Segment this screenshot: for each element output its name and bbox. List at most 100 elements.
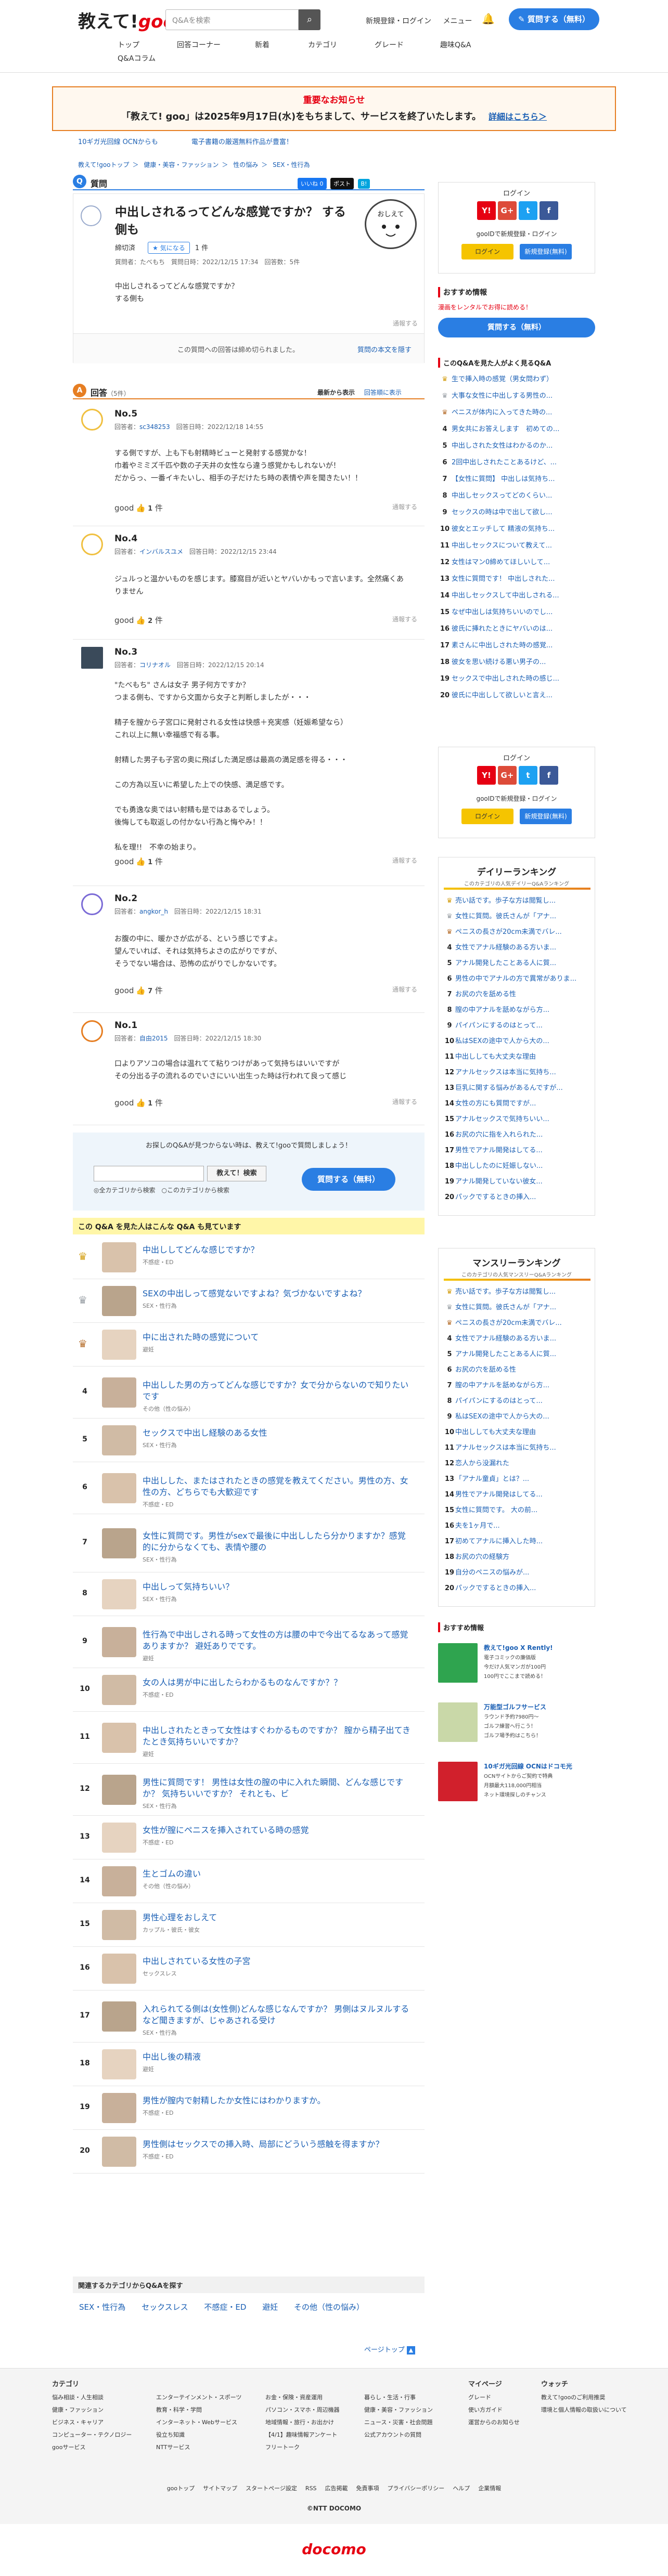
ranking-title[interactable]: 中出ししたのに妊娠しない... (455, 1162, 543, 1170)
footer-link[interactable]: 使い方ガイド (468, 2404, 520, 2416)
ranking-item[interactable]: 13 巨乳に関する悩みがあるんですが... (444, 1082, 590, 1092)
ad-link-ocn[interactable]: 10ギガ光回線 OCNからも (78, 138, 158, 146)
related-title[interactable]: 性行為で中出しされる時って女性の方は腰の中で今出てるなあって感覚ありますか？ 避… (143, 1629, 413, 1652)
related-thumbnail[interactable] (102, 1425, 136, 1455)
promo-title[interactable]: 10ギガ光回線 OCNはドコモ光 (484, 1762, 572, 1771)
popular-item[interactable]: 16 彼氏に挿れたときにヤバいのは... (438, 623, 595, 633)
ranking-item[interactable]: 6 お尻の穴を舐める性 (444, 1364, 590, 1374)
related-thumbnail[interactable] (102, 1242, 136, 1272)
popular-title[interactable]: 中出しセックスについて教えて... (452, 542, 552, 550)
nav-new[interactable]: 新着 (255, 40, 269, 50)
related-thumbnail[interactable] (102, 1286, 136, 1316)
related-category-link[interactable]: その他（性の悩み） (294, 2302, 364, 2312)
ranking-title[interactable]: 夫を1ヶ月で... (455, 1522, 500, 1530)
ranking-title[interactable]: 恋人から没漏れた (455, 1460, 509, 1467)
ranking-title[interactable]: アナルセックスは本当に気持ち... (455, 1444, 556, 1452)
related-thumbnail[interactable] (102, 1775, 136, 1805)
avatar[interactable] (81, 534, 103, 555)
ranking-item[interactable]: 12 アナルセックスは本当に気持ち... (444, 1066, 590, 1076)
good-button[interactable]: good 👍 1 件 (114, 502, 163, 513)
ranking-item[interactable]: 10 中出ししても大丈夫な理由 (444, 1426, 590, 1436)
popular-item[interactable]: 5 中出しされた女性はわかるのか... (438, 440, 595, 450)
footer-link[interactable]: 健康・美容・ファッション (364, 2404, 433, 2416)
related-thumbnail[interactable] (102, 1723, 136, 1753)
popular-item[interactable]: 13 女性に質問です！ 中出しされた... (438, 573, 595, 583)
ranking-title[interactable]: お尻の穴に指を入れられた... (455, 1131, 543, 1139)
nav-hobby[interactable]: 趣味Q&A (440, 40, 471, 50)
popular-title[interactable]: 彼女を思い続ける悪い男子の... (452, 658, 546, 666)
answer-user-link[interactable]: コリナオル (139, 661, 171, 669)
related-category[interactable]: SEX・性行為 (143, 1441, 176, 1449)
ranking-title[interactable]: アナル開発していない彼女... (455, 1178, 543, 1186)
footer-link[interactable]: フリートーク (265, 2441, 340, 2454)
related-title[interactable]: 中出しって気持ちいい？ (143, 1581, 413, 1593)
footer-link[interactable]: 教育・科学・学問 (156, 2404, 241, 2416)
ranking-item[interactable]: 6 男性の中でアナルの方で異常がありま... (444, 973, 590, 983)
breadcrumb-item[interactable]: 健康・美容・ファッション (144, 161, 219, 168)
related-title[interactable]: 男性心理をおしえて (143, 1912, 413, 1923)
related-category[interactable]: 避妊 (143, 1750, 154, 1758)
ranking-title[interactable]: 女性の方にも質問ですが... (455, 1100, 536, 1108)
answer-user-link[interactable]: sc348253 (139, 423, 170, 431)
ranking-title[interactable]: 女性に質問。彼氏さんが「アナ... (455, 913, 556, 920)
related-title[interactable]: セックスで中出し経験のある女性 (143, 1427, 413, 1439)
report-link[interactable]: 通報する (392, 1097, 417, 1106)
footer-link[interactable]: 運営からのお知らせ (468, 2416, 520, 2429)
footer-link[interactable]: 教えて!gooのご利用推奨 (541, 2391, 627, 2404)
related-category[interactable]: その他（性の悩み） (143, 1404, 194, 1413)
footer-link[interactable]: NTTサービス (156, 2441, 241, 2454)
ranking-item[interactable]: 19 自分のペニスの悩みが... (444, 1567, 590, 1577)
related-title[interactable]: 中出しされている女性の子宮 (143, 1956, 413, 1967)
footer-link[interactable]: ニュース・災害・社会問題 (364, 2416, 433, 2429)
popular-title[interactable]: 【女性に質問】 中出しは気持ち... (452, 475, 555, 483)
related-thumbnail[interactable] (102, 2137, 136, 2167)
login-link[interactable]: 新規登録・ログイン (366, 17, 431, 25)
popular-item[interactable]: 4 男女共にお答えします 初めての... (438, 423, 595, 433)
ranking-item[interactable]: 18 中出ししたのに妊娠しない... (444, 1160, 590, 1170)
popular-title[interactable]: 大事な女性に中出しする男性の... (452, 392, 553, 400)
promo-title[interactable]: 万能型ゴルフサービス (484, 1702, 546, 1711)
ranking-item[interactable]: 11 アナルセックスは本当に気持ち... (444, 1442, 590, 1452)
popular-title[interactable]: 女性はマン0締めてほしいして... (452, 558, 550, 566)
related-item[interactable]: ♛ 中に出された時の感覚について 避妊 (73, 1323, 425, 1367)
ranking-title[interactable]: アナルセックスで気持ちいい... (455, 1115, 549, 1123)
good-button[interactable]: good 👍 1 件 (114, 1097, 163, 1108)
ranking-item[interactable]: 5 アナル開発したことある人に質... (444, 957, 590, 967)
ranking-item[interactable]: ♛ 売い話です。歩子な方は閲覧し... (444, 895, 590, 905)
related-category[interactable]: SEX・性行為 (143, 1302, 176, 1310)
related-category[interactable]: SEX・性行為 (143, 1802, 176, 1810)
popular-item[interactable]: 17 素さんに中出しされた時の感覚... (438, 640, 595, 649)
related-category[interactable]: 不感症・ED (143, 1500, 173, 1508)
ask-question-button[interactable]: 質問する（無料） (302, 1168, 395, 1191)
popular-item[interactable]: 19 セックスで中出しされた時の感じ... (438, 673, 595, 683)
good-button[interactable]: good 👍 2 件 (114, 615, 163, 626)
popular-item[interactable]: ♛ ペニスが体内に入ってきた時の... (438, 407, 595, 417)
answer-user-link[interactable]: インバルスユメ (139, 548, 183, 555)
ranking-item[interactable]: 9 私はSEXの途中で人から大の... (444, 1411, 590, 1421)
related-item[interactable]: 9 性行為で中出しされる時って女性の方は腰の中で今出てるなあって感覚ありますか？ … (73, 1616, 425, 1668)
ranking-title[interactable]: 巨乳に関する悩みがあるんですが... (455, 1084, 563, 1092)
breadcrumb-item[interactable]: 教えて!gooトップ (78, 161, 130, 168)
ranking-item[interactable]: 20 パックでするときの挿入... (444, 1582, 590, 1592)
related-thumbnail[interactable] (102, 1330, 136, 1360)
report-link[interactable]: 通報する (392, 985, 417, 994)
ranking-item[interactable]: 4 女性でアナル経験のある方いま... (444, 1333, 590, 1343)
qa-search-input[interactable] (94, 1166, 204, 1181)
popular-title[interactable]: セックスで中出しされた時の感じ... (452, 675, 559, 683)
footer-link[interactable]: エンターテインメント・スポーツ (156, 2391, 241, 2404)
popular-item[interactable]: 15 なぜ中出しは気持ちいいのでし... (438, 606, 595, 616)
popular-title[interactable]: 素さんに中出しされた時の感覚... (452, 642, 553, 649)
footer-link[interactable]: 地域情報・旅行・お出かけ (265, 2416, 340, 2429)
footer-bottom-link[interactable]: プライバシーポリシー (388, 2485, 445, 2492)
login-button[interactable]: ログイン (461, 244, 513, 259)
ranking-item[interactable]: 8 膣の中アナルを舐めながら方... (444, 1004, 590, 1014)
ranking-title[interactable]: アナルセックスは本当に気持ち... (455, 1069, 556, 1076)
related-category[interactable]: 避妊 (143, 2065, 154, 2073)
ranking-title[interactable]: 「アナル童貞」とは？... (455, 1475, 529, 1483)
related-item[interactable]: 16 中出しされている女性の子宮 セックスレス (73, 1947, 425, 1990)
related-thumbnail[interactable] (102, 1823, 136, 1853)
related-category[interactable]: セックスレス (143, 1969, 177, 1977)
ranking-item[interactable]: 7 お尻の穴を舐める性 (444, 988, 590, 998)
related-title[interactable]: 中出しされたときって女性はすぐわかるものですか？ 膣から精子出てきたとき気持ちい… (143, 1725, 413, 1748)
footer-link[interactable]: 暮らし・生活・行事 (364, 2391, 433, 2404)
